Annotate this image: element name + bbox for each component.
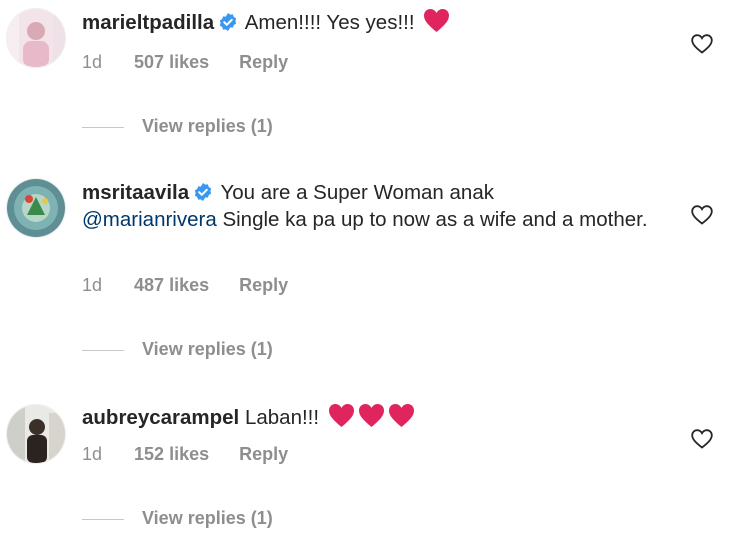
comment-text: marieltpadilla Amen!!!! Yes yes!!! [82,8,662,40]
username[interactable]: aubreycarampel [82,406,239,429]
verified-badge-icon [195,183,212,201]
reply-button[interactable]: Reply [239,52,288,73]
view-replies-button[interactable]: View replies (1) [82,339,273,360]
comment-text: aubreycarampel Laban!!! [82,403,662,435]
comment-message: Amen!!!! Yes yes!!! [244,11,415,34]
comment-time: 1d [82,444,103,464]
view-replies-label: View replies (1) [142,508,273,528]
divider-line [82,518,124,520]
comment-message: You are a Super Woman anak [220,181,494,204]
avatar[interactable] [6,404,66,464]
red-heart-emoji-icon [388,404,414,427]
avatar[interactable] [6,8,66,68]
divider-line [82,126,124,128]
comment-message: Laban!!! [244,406,320,429]
comment-meta: 1d 487 likes Reply [82,275,318,296]
comment-meta: 1d 507 likes Reply [82,52,318,73]
verified-badge-icon [220,13,237,31]
username[interactable]: marieltpadilla [82,11,214,34]
comment-time: 1d [82,275,103,295]
view-replies-button[interactable]: View replies (1) [82,508,273,529]
heart-outline-icon[interactable] [691,429,713,449]
view-replies-label: View replies (1) [142,116,273,136]
avatar[interactable] [6,178,66,238]
view-replies-label: View replies (1) [142,339,273,359]
likes-count[interactable]: 487 likes [134,275,209,296]
red-heart-emoji-icon [424,9,450,32]
reply-button[interactable]: Reply [239,444,288,465]
username[interactable]: msritaavila [82,181,189,204]
mention-link[interactable]: @marianrivera [82,208,217,231]
divider-line [82,349,124,351]
heart-emoji-group [325,403,415,435]
heart-outline-icon[interactable] [691,205,713,225]
comment-time: 1d [82,52,103,72]
likes-count[interactable]: 152 likes [134,444,209,465]
heart-emoji-group [420,8,450,40]
view-replies-button[interactable]: View replies (1) [82,116,273,137]
likes-count[interactable]: 507 likes [134,52,209,73]
comment-message-continued: Single ka pa up to now as a wife and a m… [222,208,648,231]
comment-meta: 1d 152 likes Reply [82,444,318,465]
red-heart-emoji-icon [328,404,354,427]
red-heart-emoji-icon [358,404,384,427]
reply-button[interactable]: Reply [239,275,288,296]
comment-text: msritaavila You are a Super Woman anak @… [82,179,662,233]
heart-outline-icon[interactable] [691,34,713,54]
